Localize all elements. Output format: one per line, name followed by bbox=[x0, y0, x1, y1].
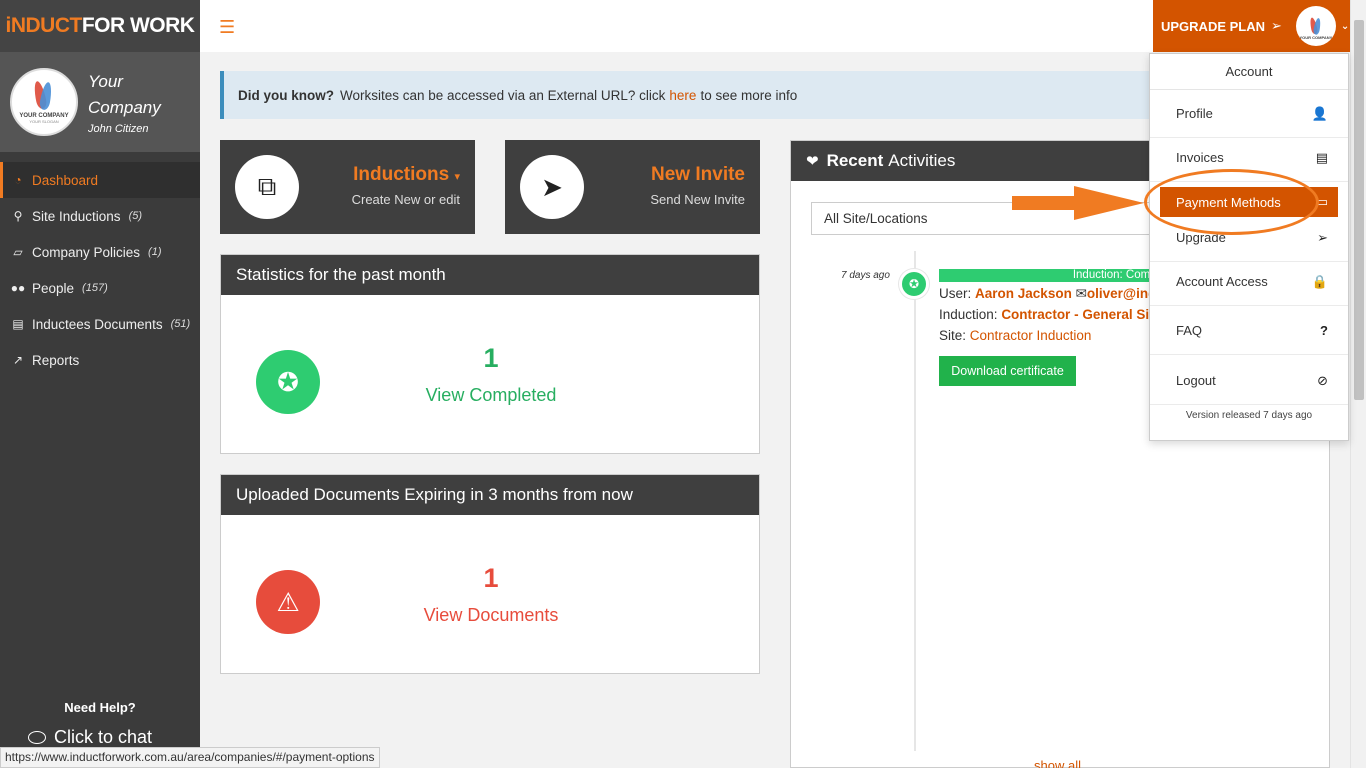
book-icon: ▱ bbox=[13, 245, 23, 259]
new-invite-title: New Invite bbox=[651, 164, 745, 185]
dropdown-header: Account bbox=[1150, 54, 1348, 90]
caret-down-icon: ▾ bbox=[454, 171, 460, 183]
show-all-link[interactable]: show all bbox=[1034, 758, 1081, 768]
chat-button[interactable]: Click to chat bbox=[28, 727, 152, 748]
expiring-documents-panel: Uploaded Documents Expiring in 3 months … bbox=[220, 474, 760, 674]
alert-here-link[interactable]: here bbox=[669, 88, 696, 103]
expiring-documents-title: Uploaded Documents Expiring in 3 months … bbox=[221, 475, 759, 515]
sidebar: iNDUCT FOR WORK YOUR COMPANY YOUR SLOGAN … bbox=[0, 0, 200, 768]
chat-bubble-icon bbox=[28, 731, 46, 744]
sidebar-item-reports[interactable]: ↗ Reports bbox=[0, 342, 200, 378]
activity-user-line: User: Aaron Jackson ✉oliver@ind bbox=[939, 286, 1157, 301]
new-invite-subtitle: Send New Invite bbox=[650, 192, 745, 207]
dropdown-item-faq[interactable]: FAQ ? bbox=[1150, 307, 1348, 355]
file-icon: ▤ bbox=[12, 317, 24, 331]
user-link[interactable]: Aaron Jackson bbox=[975, 286, 1072, 301]
dropdown-item-logout[interactable]: Logout ⊘ bbox=[1150, 357, 1348, 405]
heartbeat-icon: ❤ bbox=[806, 153, 819, 170]
company-logo-icon bbox=[1308, 16, 1323, 35]
lock-icon: 🔒 bbox=[1311, 273, 1328, 289]
paper-plane-icon: ➢ bbox=[1317, 229, 1328, 245]
need-help-label: Need Help? bbox=[64, 700, 136, 715]
new-invite-tile[interactable]: ➤ New Invite Send New Invite bbox=[505, 140, 760, 234]
scroll-thumb[interactable] bbox=[1354, 20, 1364, 400]
profile-block: YOUR COMPANY YOUR SLOGAN Your Company Jo… bbox=[0, 52, 200, 152]
induction-link[interactable]: Contractor - General Sit bbox=[1001, 307, 1153, 322]
inductions-title: Inductions bbox=[353, 164, 450, 185]
document-icon: ▤ bbox=[1315, 149, 1328, 165]
site-link[interactable]: Contractor Induction bbox=[970, 328, 1092, 343]
view-documents-link[interactable]: View Documents bbox=[221, 605, 761, 626]
credit-card-icon: ▭ bbox=[1315, 194, 1328, 209]
user-name: John Citizen bbox=[88, 123, 149, 135]
inductions-subtitle: Create New or edit bbox=[351, 192, 460, 207]
dropdown-item-profile[interactable]: Profile 👤 bbox=[1150, 90, 1348, 138]
dashboard-icon: ◔ bbox=[14, 173, 22, 187]
activity-induction-line: Induction: Contractor - General Sit bbox=[939, 307, 1154, 322]
brand-logo[interactable]: iNDUCT FOR WORK bbox=[0, 0, 200, 52]
sidebar-item-dashboard[interactable]: ◔ Dashboard bbox=[0, 162, 200, 198]
copy-icon: ⧉ bbox=[235, 155, 299, 219]
timeline-line bbox=[914, 251, 916, 751]
company-name: Your Company bbox=[88, 72, 161, 117]
user-icon: 👤 bbox=[1311, 105, 1328, 121]
topbar: ☰ UPGRADE PLAN ➢ YOUR COMPANY ⌄ bbox=[200, 0, 1350, 52]
browser-status-url: https://www.inductforwork.com.au/area/co… bbox=[0, 747, 380, 768]
activity-site-line: Site: Contractor Induction bbox=[939, 328, 1092, 343]
map-marker-icon: ⚲ bbox=[13, 209, 23, 223]
email-link[interactable]: oliver@ind bbox=[1087, 286, 1156, 301]
sidebar-item-people[interactable]: ●● People (157) bbox=[0, 270, 200, 306]
envelope-icon: ✉ bbox=[1075, 286, 1087, 301]
completed-count: 1 bbox=[483, 343, 499, 373]
statistics-title: Statistics for the past month bbox=[221, 255, 759, 295]
sidebar-item-site-inductions[interactable]: ⚲ Site Inductions (5) bbox=[0, 198, 200, 234]
dropdown-item-payment-methods[interactable]: Payment Methods ▭ bbox=[1160, 187, 1338, 217]
award-icon: ✪ bbox=[899, 269, 929, 299]
dropdown-item-upgrade[interactable]: Upgrade ➢ bbox=[1150, 214, 1348, 262]
inductions-tile[interactable]: ⧉ Inductions ▾ Create New or edit bbox=[220, 140, 475, 234]
company-avatar: YOUR COMPANY YOUR SLOGAN bbox=[10, 68, 78, 136]
activity-time: 7 days ago bbox=[841, 270, 890, 281]
sidebar-item-company-policies[interactable]: ▱ Company Policies (1) bbox=[0, 234, 200, 270]
menu-toggle-icon[interactable]: ☰ bbox=[219, 17, 235, 38]
info-alert: Did you know? Worksites can be accessed … bbox=[220, 71, 1160, 119]
annotation-arrow-icon bbox=[1012, 186, 1144, 220]
download-certificate-button[interactable]: Download certificate bbox=[939, 356, 1076, 386]
chevron-down-icon[interactable]: ⌄ bbox=[1341, 21, 1349, 32]
dropdown-item-account-access[interactable]: Account Access 🔒 bbox=[1150, 258, 1348, 306]
question-icon: ? bbox=[1320, 323, 1328, 338]
statistics-panel: Statistics for the past month ✪ 1 View C… bbox=[220, 254, 760, 454]
chart-icon: ↗ bbox=[12, 353, 24, 367]
sidebar-item-inductees-documents[interactable]: ▤ Inductees Documents (51) bbox=[0, 306, 200, 342]
upgrade-plan-button[interactable]: UPGRADE PLAN ➢ YOUR COMPANY ⌄ bbox=[1153, 0, 1350, 52]
location-arrow-icon: ➤ bbox=[520, 155, 584, 219]
dropdown-item-invoices[interactable]: Invoices ▤ bbox=[1150, 134, 1348, 182]
view-completed-link[interactable]: View Completed bbox=[221, 385, 761, 406]
version-footer: Version released 7 days ago bbox=[1185, 410, 1313, 421]
ban-icon: ⊘ bbox=[1317, 372, 1328, 388]
sidebar-nav: ◔ Dashboard ⚲ Site Inductions (5) ▱ Comp… bbox=[0, 162, 200, 378]
page-scrollbar[interactable] bbox=[1350, 0, 1366, 768]
account-avatar[interactable]: YOUR COMPANY bbox=[1295, 6, 1336, 46]
documents-count: 1 bbox=[483, 563, 499, 593]
company-logo-icon bbox=[32, 79, 56, 111]
account-dropdown: Account Profile 👤 Invoices ▤ Upgrade ➢ P… bbox=[1149, 53, 1349, 441]
paper-plane-icon: ➢ bbox=[1271, 18, 1282, 33]
users-icon: ●● bbox=[10, 281, 26, 295]
